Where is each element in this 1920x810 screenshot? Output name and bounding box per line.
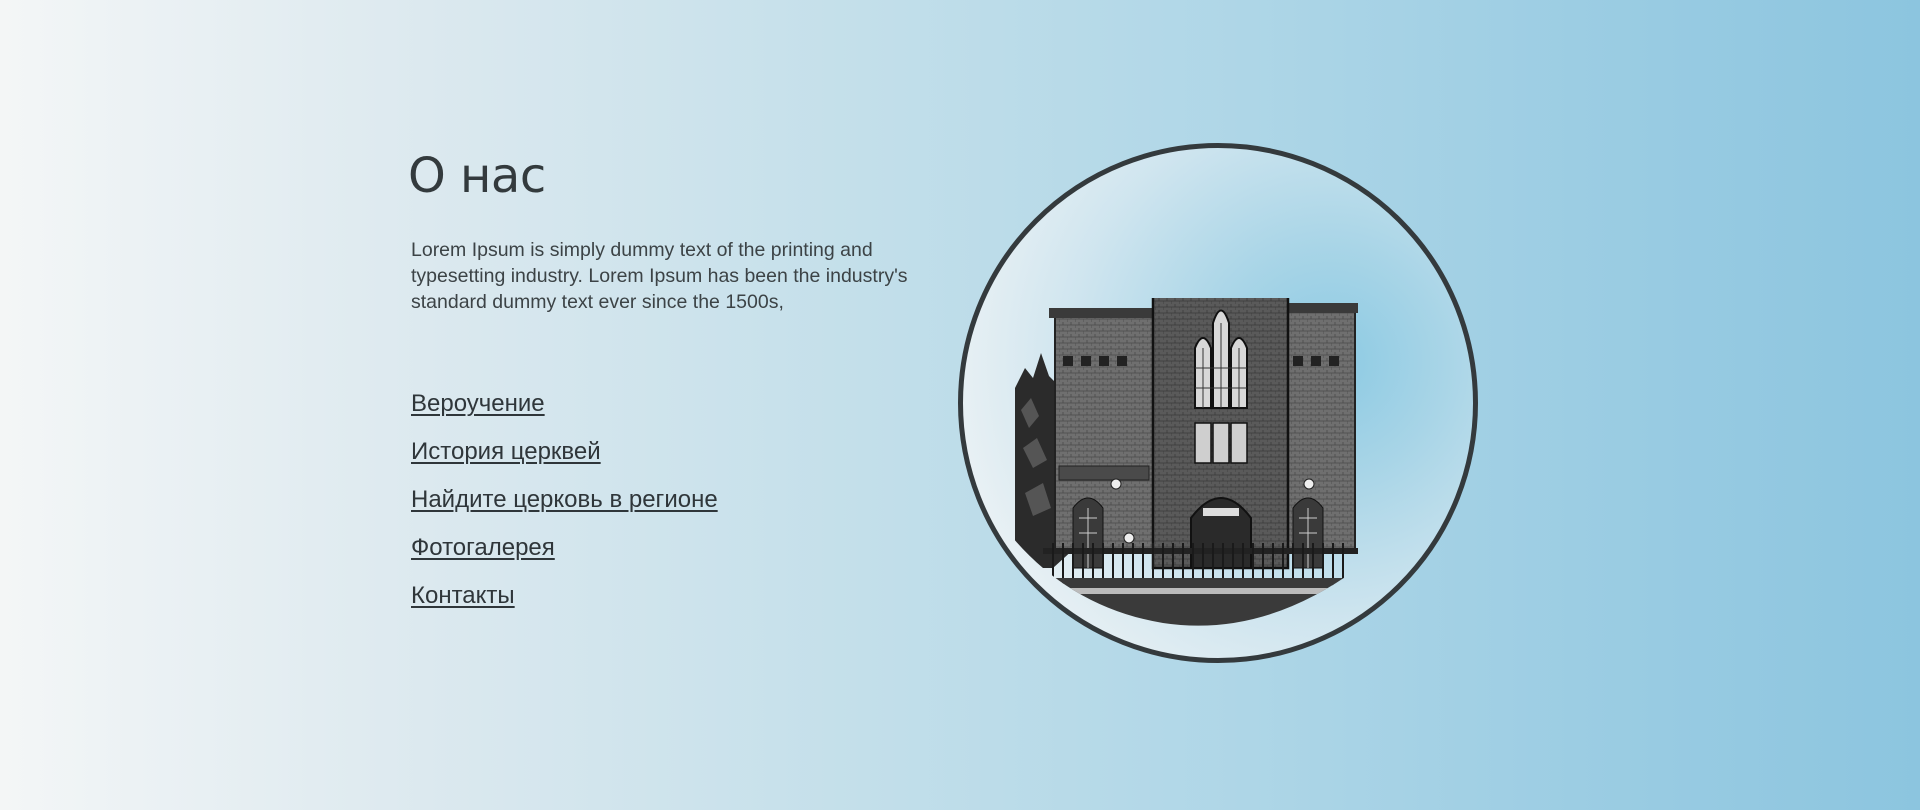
page-title: О нас (408, 148, 546, 204)
list-item: История церквей (411, 434, 718, 482)
section-links: Вероучение История церквей Найдите церко… (411, 386, 718, 626)
list-item: Фотогалерея (411, 530, 718, 578)
link-church-history[interactable]: История церквей (411, 438, 601, 465)
link-doctrine[interactable]: Вероучение (411, 390, 545, 417)
link-contacts[interactable]: Контакты (411, 582, 515, 609)
link-photo-gallery[interactable]: Фотогалерея (411, 534, 555, 561)
link-find-church[interactable]: Найдите церковь в регионе (411, 486, 718, 513)
church-building-image (1015, 298, 1358, 626)
church-photo-circle (958, 143, 1478, 663)
list-item: Найдите церковь в регионе (411, 482, 718, 530)
list-item: Контакты (411, 578, 718, 626)
list-item: Вероучение (411, 386, 718, 434)
intro-text: Lorem Ipsum is simply dummy text of the … (411, 239, 908, 313)
